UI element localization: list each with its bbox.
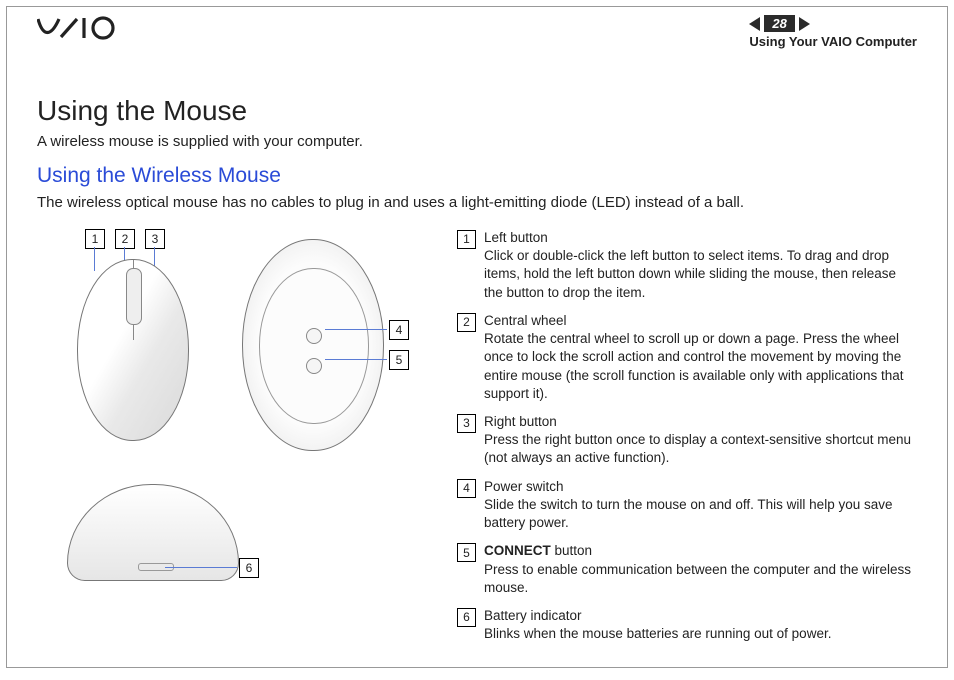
page-number: 28 (764, 15, 794, 32)
section-title: Using the Wireless Mouse (37, 164, 917, 188)
legend-number: 4 (457, 479, 476, 498)
legend-number: 5 (457, 543, 476, 562)
vaio-logo (37, 15, 137, 46)
legend-number: 3 (457, 414, 476, 433)
figure-top: 1 2 3 4 5 (37, 229, 417, 459)
legend-desc: Slide the switch to turn the mouse on an… (484, 496, 917, 532)
legend-item: 5 CONNECT button Press to enable communi… (457, 542, 917, 597)
legend-title: Right button (484, 413, 917, 431)
legend-desc: Press the right button once to display a… (484, 431, 917, 467)
breadcrumb: Using Your VAIO Computer (749, 34, 917, 49)
legend-item: 6 Battery indicator Blinks when the mous… (457, 607, 917, 643)
mouse-top-illustration (77, 259, 189, 441)
callout-6: 6 (239, 558, 259, 578)
legend-text: Power switch Slide the switch to turn th… (484, 478, 917, 533)
figure-bottom: 6 (37, 469, 417, 599)
leader-line (94, 247, 95, 271)
legend-number: 1 (457, 230, 476, 249)
legend-number: 2 (457, 313, 476, 332)
legend-number: 6 (457, 608, 476, 627)
mouse-underside-illustration (242, 239, 384, 451)
lead-text: A wireless mouse is supplied with your c… (37, 133, 917, 150)
legend-item: 1 Left button Click or double-click the … (457, 229, 917, 302)
legend-list: 1 Left button Click or double-click the … (457, 229, 917, 653)
legend-title: Left button (484, 229, 917, 247)
page-nav: 28 (749, 15, 917, 32)
next-page-arrow[interactable] (799, 17, 810, 31)
page: 28 Using Your VAIO Computer Using the Mo… (6, 6, 948, 668)
legend-desc: Rotate the central wheel to scroll up or… (484, 330, 917, 403)
figure-area: 1 2 3 4 5 6 (37, 229, 417, 599)
leader-line (325, 359, 387, 360)
legend-desc: Press to enable communication between th… (484, 561, 917, 597)
page-title: Using the Mouse (37, 95, 917, 127)
legend-title: Power switch (484, 478, 917, 496)
header: 28 Using Your VAIO Computer (37, 15, 917, 55)
section-text: The wireless optical mouse has no cables… (37, 194, 917, 211)
legend-title: Battery indicator (484, 607, 831, 625)
callout-4: 4 (389, 320, 409, 340)
legend-item: 4 Power switch Slide the switch to turn … (457, 478, 917, 533)
legend-text: Central wheel Rotate the central wheel t… (484, 312, 917, 403)
callout-5: 5 (389, 350, 409, 370)
header-right: 28 Using Your VAIO Computer (749, 15, 917, 49)
legend-item: 3 Right button Press the right button on… (457, 413, 917, 468)
legend-item: 2 Central wheel Rotate the central wheel… (457, 312, 917, 403)
legend-text: Right button Press the right button once… (484, 413, 917, 468)
callout-3: 3 (145, 229, 165, 249)
leader-line (165, 567, 237, 568)
legend-text: CONNECT button Press to enable communica… (484, 542, 917, 597)
legend-desc: Click or double-click the left button to… (484, 247, 917, 302)
leader-line (325, 329, 387, 330)
legend-title: CONNECT button (484, 542, 917, 560)
callout-1: 1 (85, 229, 105, 249)
callout-2: 2 (115, 229, 135, 249)
legend-text: Left button Click or double-click the le… (484, 229, 917, 302)
prev-page-arrow[interactable] (749, 17, 760, 31)
legend-title: Central wheel (484, 312, 917, 330)
legend-text: Battery indicator Blinks when the mouse … (484, 607, 831, 643)
content-columns: 1 2 3 4 5 6 (37, 229, 917, 653)
legend-desc: Blinks when the mouse batteries are runn… (484, 625, 831, 643)
